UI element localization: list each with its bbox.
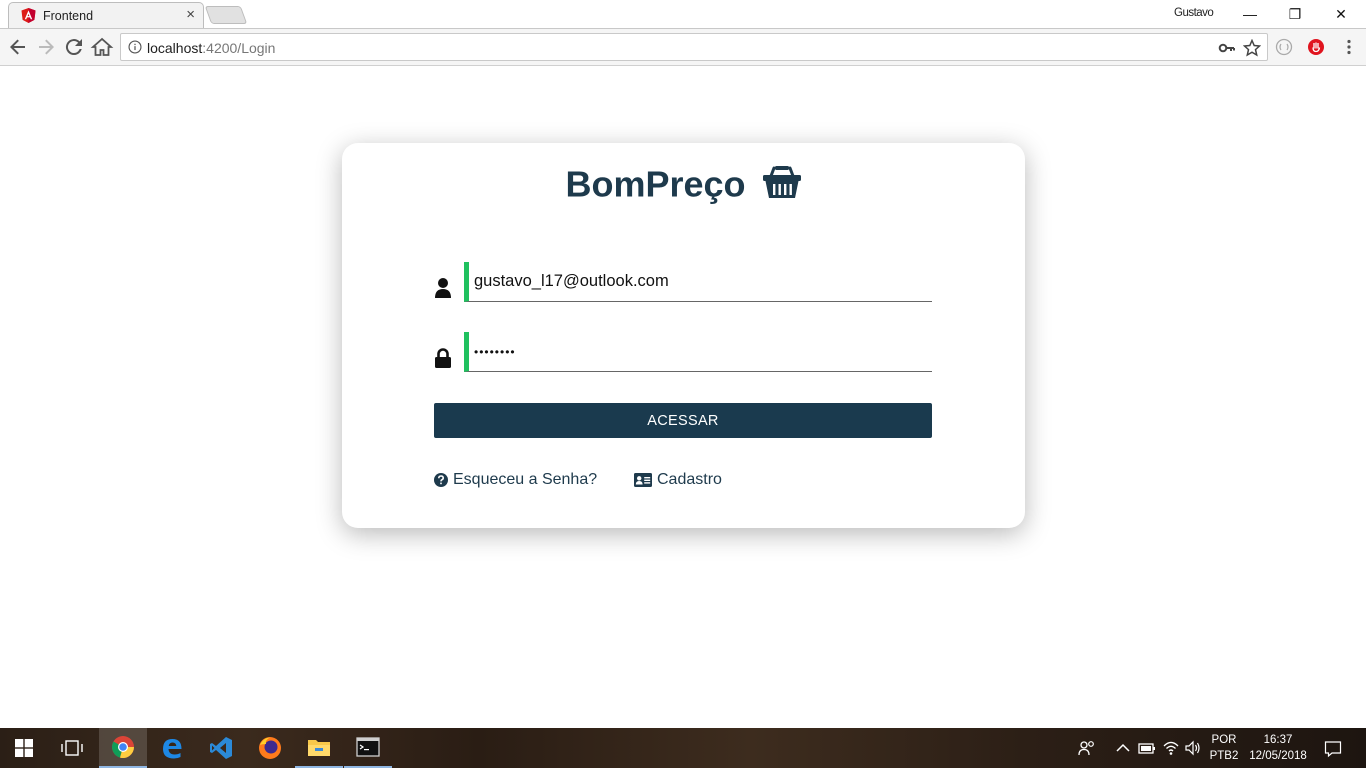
email-row <box>434 262 932 302</box>
clock[interactable]: 16:37 12/05/2018 <box>1244 732 1312 764</box>
shopping-basket-icon <box>762 166 801 199</box>
notification-center-icon[interactable] <box>1324 740 1342 758</box>
browser-tab-strip: Frontend × Gustavo — ❐ ✕ <box>0 0 1366 29</box>
wifi-icon[interactable] <box>1162 739 1180 757</box>
minimize-button[interactable]: — <box>1227 2 1273 26</box>
tab-close-icon[interactable]: × <box>186 6 195 23</box>
file-explorer-icon <box>308 740 330 756</box>
start-icon <box>15 739 33 757</box>
vscode-icon <box>210 737 232 759</box>
taskbar-edge[interactable] <box>148 728 196 768</box>
firefox-icon <box>259 737 281 759</box>
profile-name[interactable]: Gustavo <box>1174 7 1214 19</box>
url-path: :4200/Login <box>202 40 276 56</box>
windows-taskbar: POR PTB2 16:37 12/05/2018 <box>0 728 1366 768</box>
angular-favicon-icon <box>21 8 36 23</box>
taskbar-firefox[interactable] <box>246 728 294 768</box>
login-card: BomPreço ACESSAR <box>342 143 1025 528</box>
register-link[interactable]: Cadastro <box>634 471 722 489</box>
tab-title: Frontend <box>43 9 94 23</box>
brand-header: BomPreço <box>342 161 1025 205</box>
keyboard-layout: PTB2 <box>1209 750 1239 762</box>
key-icon[interactable] <box>1218 39 1236 57</box>
back-arrow-icon[interactable] <box>6 35 30 59</box>
reload-icon[interactable] <box>62 35 86 59</box>
task-view-button[interactable] <box>48 728 96 768</box>
opera-vpn-icon[interactable] <box>1307 38 1325 56</box>
email-input[interactable] <box>464 262 932 302</box>
people-icon[interactable] <box>1078 739 1096 757</box>
clock-date: 12/05/2018 <box>1249 750 1307 762</box>
extension-icon[interactable] <box>1275 38 1293 56</box>
taskbar-file-explorer[interactable] <box>295 728 343 768</box>
language-code: POR <box>1211 734 1237 746</box>
new-tab-button[interactable] <box>204 6 248 24</box>
bookmark-star-icon[interactable] <box>1243 39 1261 57</box>
taskbar-vscode[interactable] <box>197 728 245 768</box>
user-icon <box>435 278 451 298</box>
volume-icon[interactable] <box>1184 739 1202 757</box>
question-circle-icon <box>434 473 448 487</box>
url-host: localhost <box>147 40 203 56</box>
url-text: localhost:4200/Login <box>147 40 275 56</box>
lock-icon <box>435 348 451 368</box>
start-button[interactable] <box>0 728 48 768</box>
taskbar-chrome[interactable] <box>99 728 147 768</box>
login-submit-button[interactable]: ACESSAR <box>434 403 932 438</box>
terminal-icon <box>356 737 380 757</box>
forgot-password-link[interactable]: Esqueceu a Senha? <box>434 471 597 489</box>
chevron-up-icon[interactable] <box>1114 739 1132 757</box>
taskbar-terminal[interactable] <box>344 728 392 768</box>
chrome-icon <box>112 736 135 759</box>
edge-icon <box>163 739 182 759</box>
address-card-icon <box>634 473 652 487</box>
browser-toolbar: localhost:4200/Login <box>0 29 1366 66</box>
restore-button[interactable]: ❐ <box>1272 2 1318 26</box>
clock-time: 16:37 <box>1263 734 1293 746</box>
close-window-button[interactable]: ✕ <box>1318 2 1364 26</box>
password-row <box>434 332 932 372</box>
input-language[interactable]: POR PTB2 <box>1206 732 1242 764</box>
forward-arrow-icon[interactable] <box>34 35 58 59</box>
task-view-icon <box>61 740 83 756</box>
battery-icon[interactable] <box>1138 739 1156 757</box>
register-label: Cadastro <box>657 471 722 488</box>
forgot-password-label: Esqueceu a Senha? <box>453 471 598 488</box>
brand-title: BomPreço <box>565 163 746 205</box>
menu-kebab-icon[interactable] <box>1340 38 1358 56</box>
site-info-icon[interactable] <box>128 40 142 54</box>
address-bar[interactable]: localhost:4200/Login <box>120 33 1268 61</box>
browser-tab[interactable]: Frontend × <box>8 2 204 29</box>
home-icon[interactable] <box>90 35 114 59</box>
password-input[interactable] <box>464 332 932 372</box>
